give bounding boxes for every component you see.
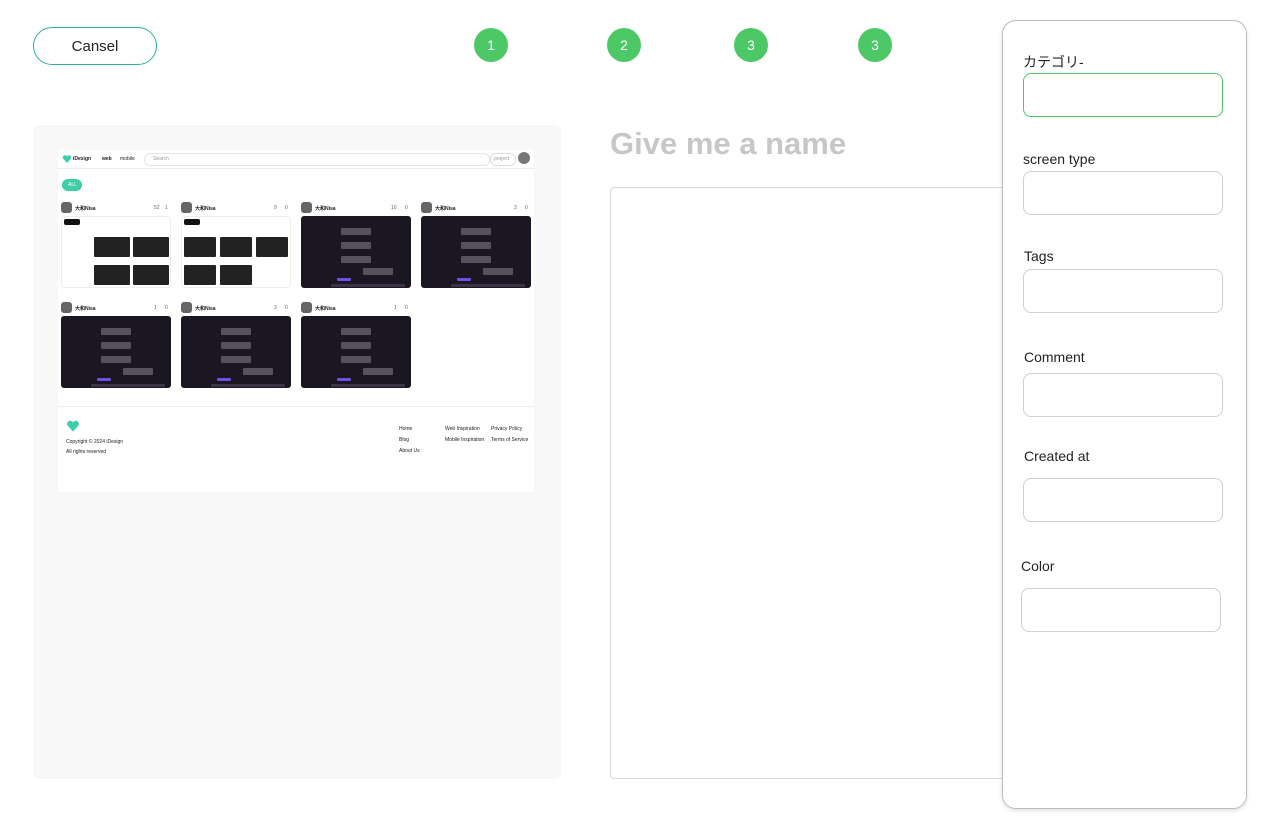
card-likes: 0 <box>165 305 168 311</box>
preview-card: 大和Nisa 9 0 <box>181 202 291 290</box>
tags-label: Tags <box>1024 248 1054 264</box>
card-thumbnail <box>421 216 531 288</box>
category-label: カテゴリ- <box>1023 54 1084 70</box>
footer-link: About Us <box>399 448 420 454</box>
card-likes: 1 <box>165 205 168 211</box>
card-thumbnail <box>181 316 291 388</box>
preview-avatar <box>518 152 530 164</box>
description-textarea[interactable] <box>610 187 1020 779</box>
preview-card: 大和Nisa 10 0 <box>301 202 411 290</box>
card-author: 大和Nisa <box>435 206 456 212</box>
preview-tab-mobile: mobile <box>120 156 135 162</box>
author-avatar <box>61 302 72 313</box>
preview-filter-chip: ALL <box>62 179 82 191</box>
tags-input[interactable] <box>1023 269 1223 313</box>
card-views: 1 <box>394 305 397 311</box>
step-4-indicator[interactable]: 3 <box>858 28 892 62</box>
card-likes: 0 <box>285 305 288 311</box>
preview-card: 大和Nisa 1 0 <box>301 302 411 390</box>
preview-card: 大和Nisa 3 0 <box>181 302 291 390</box>
footer-link: Terms of Service <box>491 437 529 443</box>
preview-footer: Copyright © 2024 iDesign All rights rese… <box>58 406 534 492</box>
heart-logo-icon <box>62 155 72 163</box>
footer-copyright: Copyright © 2024 iDesign <box>66 439 124 445</box>
preview-project-pill: project <box>490 153 516 166</box>
screen-type-label: screen type <box>1023 151 1096 167</box>
author-avatar <box>181 302 192 313</box>
cancel-button[interactable]: Cansel <box>33 27 157 65</box>
heart-logo-icon <box>67 420 79 432</box>
author-avatar <box>301 202 312 213</box>
footer-link: Web Inspiration <box>445 426 480 432</box>
preview-search: Search <box>144 153 490 166</box>
metadata-side-panel: カテゴリ- screen type Tags Comment Created a… <box>1002 20 1247 809</box>
card-views: 1 <box>154 305 157 311</box>
footer-link: Blog <box>399 437 410 443</box>
author-avatar <box>421 202 432 213</box>
footer-link: Mobile Inspiration <box>445 437 485 443</box>
screen-type-input[interactable] <box>1023 171 1223 215</box>
card-thumbnail <box>61 216 171 288</box>
comment-label: Comment <box>1024 349 1085 365</box>
preview-filter-label: ALL <box>68 182 77 188</box>
author-avatar <box>181 202 192 213</box>
card-thumbnail <box>301 216 411 288</box>
author-avatar <box>61 202 72 213</box>
comment-input[interactable] <box>1023 373 1223 417</box>
footer-rights: All rights reserved <box>66 449 107 455</box>
screenshot-image: iDesign web mobile Search project ALL 大和… <box>58 150 534 492</box>
preview-card: 大和Nisa 1 0 <box>61 302 171 390</box>
step-3-indicator[interactable]: 3 <box>734 28 768 62</box>
author-avatar <box>301 302 312 313</box>
preview-card: 大和Nisa 52 1 <box>61 202 171 290</box>
card-views: 3 <box>274 305 277 311</box>
card-author: 大和Nisa <box>195 206 216 212</box>
card-likes: 0 <box>525 205 528 211</box>
card-thumbnail <box>61 316 171 388</box>
card-thumbnail <box>181 216 291 288</box>
card-author: 大和Nisa <box>315 206 336 212</box>
color-input[interactable] <box>1021 588 1221 632</box>
screenshot-preview-panel: iDesign web mobile Search project ALL 大和… <box>33 125 561 779</box>
created-at-input[interactable] <box>1023 478 1223 522</box>
card-likes: 0 <box>405 205 408 211</box>
card-author: 大和Nisa <box>75 306 96 312</box>
preview-navbar: iDesign web mobile Search project <box>58 150 534 169</box>
card-author: 大和Nisa <box>315 306 336 312</box>
color-label: Color <box>1021 558 1055 574</box>
created-at-label: Created at <box>1024 448 1090 464</box>
card-views: 3 <box>514 205 517 211</box>
card-likes: 0 <box>285 205 288 211</box>
step-2-indicator[interactable]: 2 <box>607 28 641 62</box>
preview-search-placeholder: Search <box>153 156 169 162</box>
card-views: 52 <box>154 205 160 211</box>
card-views: 9 <box>274 205 277 211</box>
footer-link: Home <box>399 426 413 432</box>
card-author: 大和Nisa <box>75 206 96 212</box>
card-views: 10 <box>391 205 397 211</box>
preview-card: 大和Nisa 3 0 <box>421 202 531 290</box>
footer-link: Privacy Policy <box>491 426 523 432</box>
step-1-indicator[interactable]: 1 <box>474 28 508 62</box>
card-author: 大和Nisa <box>195 306 216 312</box>
card-likes: 0 <box>405 305 408 311</box>
title-input[interactable]: Give me a name <box>610 126 846 162</box>
category-input[interactable] <box>1023 73 1223 117</box>
preview-tab-web: web <box>102 156 112 162</box>
preview-project-label: project <box>494 156 510 162</box>
preview-brand: iDesign <box>73 156 92 162</box>
card-thumbnail <box>301 316 411 388</box>
